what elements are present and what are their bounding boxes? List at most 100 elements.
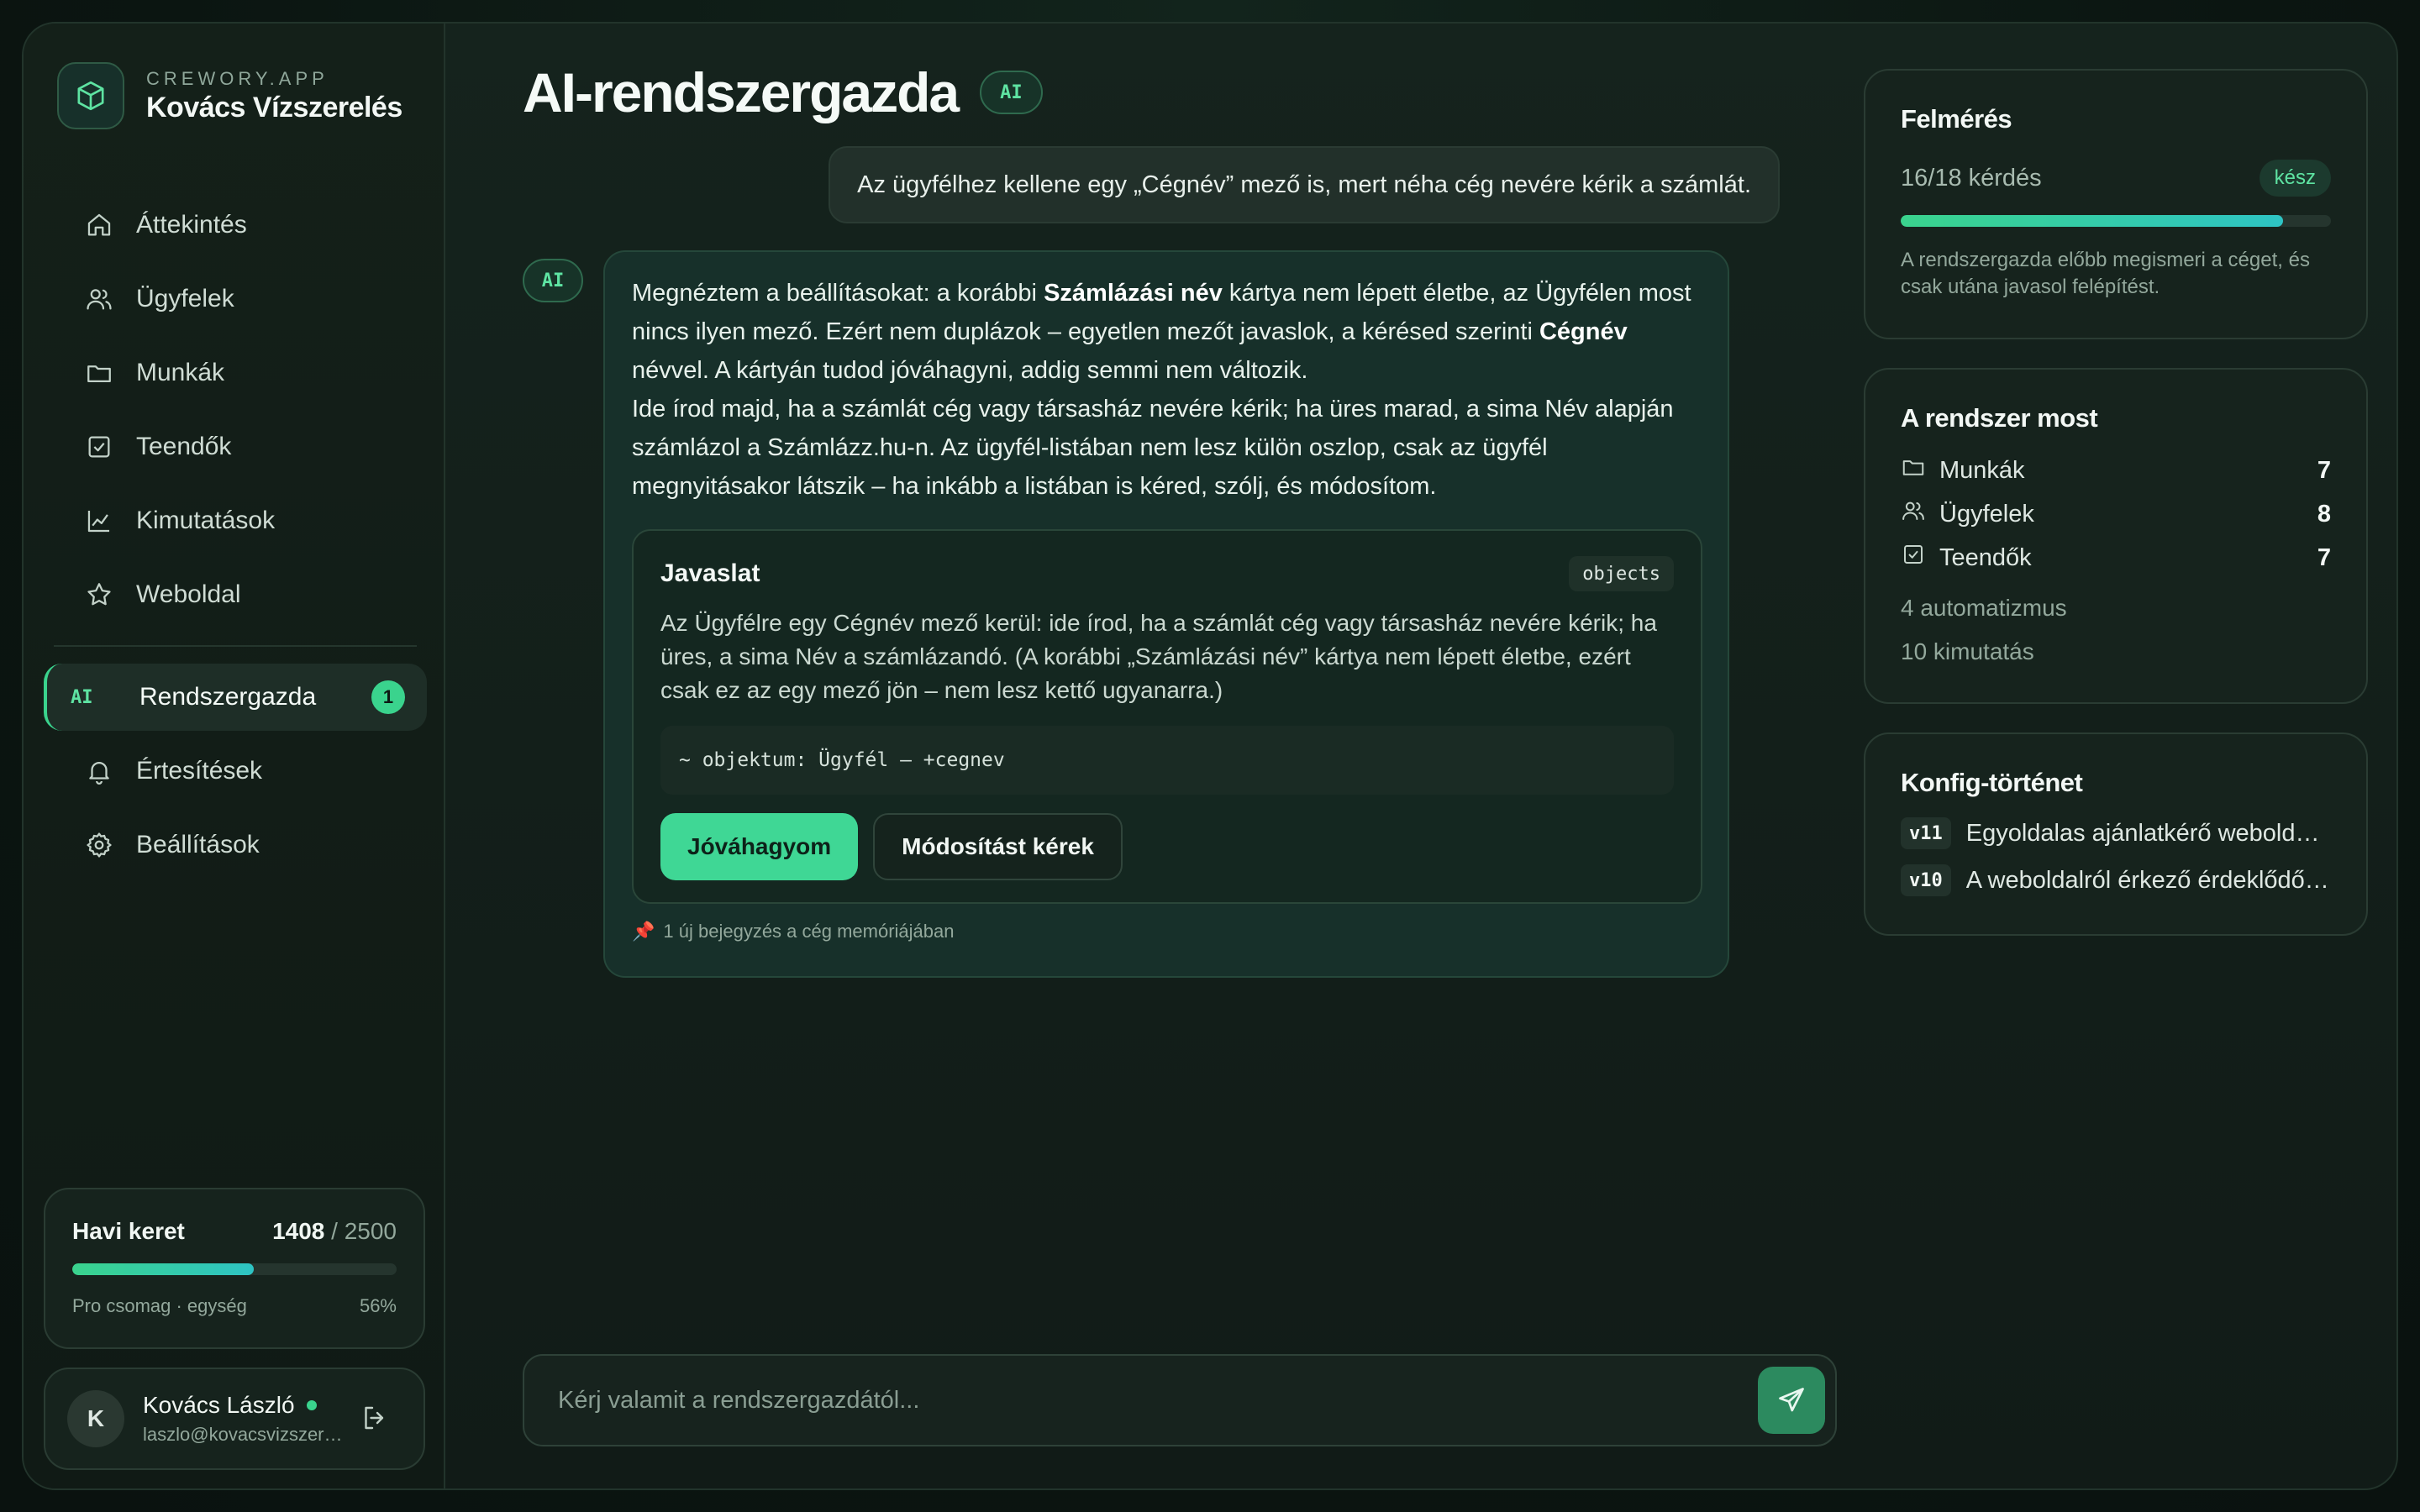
chart-icon <box>84 506 114 536</box>
notification-badge: 1 <box>371 680 405 714</box>
ai-text-part: Megnéztem a beállításokat: a korábbi <box>632 280 1044 307</box>
nav-item-customers[interactable]: Ügyfelek <box>44 265 427 333</box>
system-row-value: 7 <box>2317 543 2331 571</box>
users-icon <box>1901 498 1926 530</box>
logout-icon[interactable] <box>360 1403 390 1437</box>
user-message-bubble: Az ügyfélhez kellene egy „Cégnév” mező i… <box>829 146 1780 223</box>
system-row-tasks[interactable]: Teendők 7 <box>1901 536 2331 580</box>
survey-title: Felmérés <box>1901 104 2012 134</box>
ai-mark: AI <box>71 686 93 708</box>
survey-progress-bar <box>1901 215 2331 227</box>
quota-total: / 2500 <box>331 1218 397 1244</box>
send-button[interactable] <box>1758 1367 1825 1434</box>
nav-item-label: Kimutatások <box>136 507 276 534</box>
config-history-card: Konfig-történet v11 Egyoldalas ajánlatké… <box>1864 732 2368 936</box>
ai-text-part: Ide írod majd, ha a számlát cég vagy tár… <box>632 396 1674 500</box>
history-item[interactable]: v10 A weboldalról érkező érdeklődők... <box>1901 857 2331 904</box>
system-row-value: 8 <box>2317 500 2331 528</box>
chat-main: AI-rendszergazda AI Az ügyfélhez kellene… <box>445 24 1840 1488</box>
system-row-customers[interactable]: Ügyfelek 8 <box>1901 492 2331 536</box>
ai-text-part: névvel. A kártyán tudod jóváhagyni, addi… <box>632 357 1308 384</box>
nav-item-label: Beállítások <box>136 831 260 858</box>
system-row-value: 7 <box>2317 456 2331 484</box>
report-count: 10 kimutatás <box>1901 638 2034 664</box>
status-badge: kész <box>2259 160 2331 197</box>
system-row-label: Teendők <box>1939 543 2032 571</box>
ai-text-bold: Számlázási név <box>1044 280 1223 307</box>
quota-value: 1408 / 2500 <box>272 1218 397 1245</box>
history-title: Konfig-történet <box>1901 768 2083 797</box>
brand[interactable]: CREWORY.APP Kovács Vízszerelés <box>57 62 402 129</box>
nav-item-sysadmin[interactable]: AI Rendszergazda 1 <box>44 664 427 731</box>
user-card[interactable]: K Kovács László laszlo@kovacsvizszerelés… <box>44 1368 425 1470</box>
online-status-dot <box>306 1400 317 1410</box>
quota-used: 1408 <box>272 1218 325 1244</box>
message-input[interactable] <box>558 1386 1758 1415</box>
folder-icon <box>84 358 114 388</box>
checkbox-icon <box>1901 542 1926 574</box>
avatar: K <box>67 1390 124 1447</box>
system-row-label: Ügyfelek <box>1939 500 2034 528</box>
nav-item-reports[interactable]: Kimutatások <box>44 487 427 554</box>
version-tag: v11 <box>1901 817 1951 849</box>
request-change-button[interactable]: Módosítást kérek <box>873 813 1123 880</box>
system-status-card: A rendszer most Munkák 7 Ügyfelek 8 Teen… <box>1864 368 2368 704</box>
nav-item-label: Rendszergazda <box>139 683 317 711</box>
nav-item-label: Ügyfelek <box>136 285 234 312</box>
page-header: AI-rendszergazda AI <box>523 60 1043 124</box>
folder-icon <box>1901 454 1926 486</box>
user-email: laszlo@kovacsvizszerelés.hu <box>143 1424 345 1445</box>
nav-item-tasks[interactable]: Teendők <box>44 413 427 480</box>
history-item-text: Egyoldalas ajánlatkérő weboldal... <box>1965 819 2331 847</box>
survey-note: A rendszergazda előbb megismeri a céget,… <box>1901 249 2310 298</box>
quota-plan: Pro csomag · egység <box>72 1295 247 1316</box>
quota-progress-fill <box>72 1263 255 1275</box>
approve-button[interactable]: Jóváhagyom <box>660 813 859 880</box>
page-title: AI-rendszergazda <box>523 61 960 123</box>
sidebar: CREWORY.APP Kovács Vízszerelés Áttekinté… <box>24 24 445 1488</box>
proposal-card: Javaslat objects Az Ügyfélre egy Cégnév … <box>632 529 1702 904</box>
nav-item-label: Munkák <box>136 359 225 386</box>
system-title: A rendszer most <box>1901 403 2098 433</box>
nav-item-notifications[interactable]: Értesítések <box>44 738 427 805</box>
ai-text-bold: Cégnév <box>1539 318 1628 345</box>
memory-note: 📌 1 új bejegyzés a cég memóriájában <box>632 921 1701 942</box>
gear-icon <box>84 830 114 860</box>
brand-company-name: Kovács Vízszerelés <box>146 91 402 123</box>
ai-avatar: AI <box>523 259 583 302</box>
pin-icon: 📌 <box>632 921 655 942</box>
message-composer <box>523 1354 1837 1446</box>
survey-progress-fill <box>1901 215 2284 227</box>
nav-divider <box>54 645 417 647</box>
nav-item-label: Áttekintés <box>136 211 247 239</box>
proposal-title: Javaslat <box>660 559 760 587</box>
quota-percent: 56% <box>359 1295 397 1316</box>
bell-icon <box>84 756 114 786</box>
nav-item-settings[interactable]: Beállítások <box>44 811 427 879</box>
app-window: CREWORY.APP Kovács Vízszerelés Áttekinté… <box>22 22 2398 1490</box>
ai-tag: AI <box>980 71 1043 114</box>
main-nav: Áttekintés Ügyfelek Munkák Teendők Kimut… <box>44 192 427 885</box>
nav-item-jobs[interactable]: Munkák <box>44 339 427 407</box>
quota-progress-bar <box>72 1263 397 1275</box>
checkbox-icon <box>84 432 114 462</box>
star-icon <box>84 580 114 610</box>
history-item[interactable]: v11 Egyoldalas ajánlatkérő weboldal... <box>1901 810 2331 857</box>
nav-item-overview[interactable]: Áttekintés <box>44 192 427 259</box>
memory-note-text: 1 új bejegyzés a cég memóriájában <box>663 921 955 942</box>
history-item-text: A weboldalról érkező érdeklődők... <box>1965 866 2331 894</box>
proposal-diff: ~ objektum: Ügyfél — +cegnev <box>660 726 1674 795</box>
survey-count: 16/18 kérdés <box>1901 164 2042 192</box>
user-name: Kovács László <box>143 1392 295 1418</box>
quota-title: Havi keret <box>72 1218 185 1244</box>
version-tag: v10 <box>1901 864 1951 896</box>
system-row-jobs[interactable]: Munkák 7 <box>1901 449 2331 492</box>
ai-message-text: Megnéztem a beállításokat: a korábbi Szá… <box>632 274 1701 506</box>
nav-item-website[interactable]: Weboldal <box>44 561 427 628</box>
ai-message-bubble: Megnéztem a beállításokat: a korábbi Szá… <box>603 250 1729 978</box>
nav-item-label: Teendők <box>136 433 232 460</box>
system-row-label: Munkák <box>1939 456 2025 484</box>
nav-item-label: Weboldal <box>136 580 241 608</box>
nav-item-label: Értesítések <box>136 757 263 785</box>
users-icon <box>84 284 114 314</box>
